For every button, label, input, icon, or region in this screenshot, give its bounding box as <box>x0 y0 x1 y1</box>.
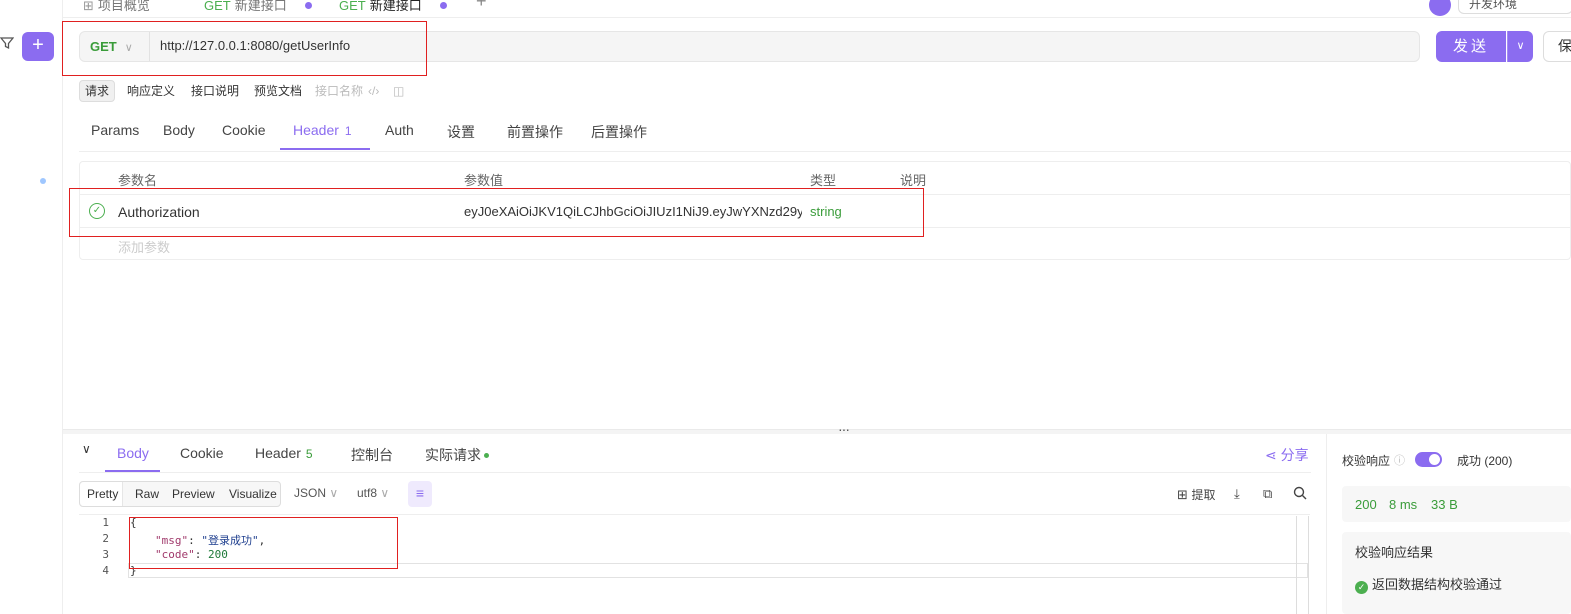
format-pretty[interactable]: Pretty <box>80 482 123 506</box>
resp-tab-actual-request[interactable]: 实际请求 <box>425 445 489 465</box>
copy-icon[interactable]: ⧉ <box>1263 486 1272 502</box>
tab-new-api-1[interactable]: GET 新建接口 <box>204 0 312 15</box>
chevron-down-icon: ∨ <box>329 486 339 500</box>
add-item-button[interactable]: + <box>22 32 54 61</box>
extract-label: 提取 <box>1191 488 1216 502</box>
subtab-preview-doc[interactable]: 预览文档 <box>249 80 307 102</box>
tab-new-api-2[interactable]: GET 新建接口 <box>339 0 447 15</box>
share-button[interactable]: ⋖ 分享 <box>1265 445 1309 465</box>
environment-select[interactable]: 开发环境 <box>1458 0 1571 14</box>
tab-label: 新建接口 <box>369 0 422 13</box>
request-tabs: Params Body Cookie Header 1 Auth 设置 前置操作 … <box>79 118 1571 152</box>
validate-response-label: 校验响应 <box>1342 454 1391 468</box>
header-count-badge: 1 <box>344 124 352 138</box>
resp-header-label: Header <box>255 445 301 461</box>
api-name-input[interactable]: 接口名称 <box>310 80 368 102</box>
wrap-lines-icon[interactable]: ≡ <box>408 481 432 507</box>
status-code: 200 <box>1355 497 1377 512</box>
tab-method: GET <box>339 0 366 13</box>
extract-button[interactable]: ⊞ 提取 <box>1177 486 1216 503</box>
tab-params[interactable]: Params <box>91 122 139 138</box>
tab-label: 新建接口 <box>234 0 287 13</box>
resp-tab-cookie[interactable]: Cookie <box>180 445 224 461</box>
tab-cookie[interactable]: Cookie <box>222 122 266 138</box>
sync-icon[interactable] <box>1429 0 1451 16</box>
format-visualize[interactable]: Visualize <box>229 487 277 501</box>
highlight-box-response <box>129 517 398 569</box>
resp-tab-body[interactable]: Body <box>117 445 149 461</box>
format-preview[interactable]: Preview <box>172 487 215 501</box>
encoding-select[interactable]: utf8 ∨ <box>357 486 389 500</box>
add-tab-button[interactable]: + <box>476 0 487 11</box>
tab-bar: ⊞项目概览 GET新建接口 GET新建接口 + ··· 开发环境 <box>63 0 1571 18</box>
vertical-scrollbar[interactable] <box>1296 516 1309 614</box>
col-param-name: 参数名 <box>118 173 158 188</box>
tab-auth[interactable]: Auth <box>385 122 414 138</box>
subtab-api-description[interactable]: 接口说明 <box>186 80 244 102</box>
response-time: 8 ms <box>1389 497 1418 512</box>
language-select[interactable]: JSON ∨ <box>294 486 338 500</box>
collapse-chevron-icon[interactable]: ∨ <box>82 442 91 456</box>
share-icon: ⋖ <box>1265 447 1277 463</box>
encoding-label: utf8 <box>357 486 378 500</box>
help-icon[interactable]: ⓘ <box>1394 452 1405 468</box>
unsaved-dot-icon <box>304 2 312 9</box>
line-number: 1 <box>102 516 109 529</box>
highlight-box-header-row <box>69 188 924 237</box>
unsaved-dot-icon <box>439 2 447 9</box>
resp-tab-header[interactable]: Header 5 <box>255 445 313 461</box>
validation-result-text: 返回数据结构校验通过 <box>1372 577 1503 592</box>
save-button[interactable]: 保 <box>1543 31 1571 62</box>
validation-result-title: 校验响应结果 <box>1355 545 1434 560</box>
tab-label: 项目概览 <box>97 0 150 13</box>
filter-icon[interactable] <box>0 36 15 54</box>
tab-body[interactable]: Body <box>163 122 195 138</box>
col-description: 说明 <box>900 173 927 188</box>
tab-settings[interactable]: 设置 <box>447 122 475 142</box>
status-dot-icon <box>484 453 489 458</box>
subtab-response-definition[interactable]: 响应定义 <box>122 80 180 102</box>
check-circle-icon: ✓ <box>1355 581 1368 594</box>
download-icon[interactable]: ⤓ <box>1234 486 1240 502</box>
panel-toggle-icon[interactable]: ◫ <box>388 80 409 102</box>
highlight-box-url <box>62 21 427 76</box>
code-icon[interactable]: ‹/› <box>363 80 384 102</box>
resp-header-count: 5 <box>305 447 313 461</box>
tab-project-overview[interactable]: ⊞ 项目概览 <box>83 0 150 15</box>
extract-icon: ⊞ <box>1177 487 1188 502</box>
tab-method: GET <box>204 0 231 13</box>
col-param-value: 参数值 <box>464 173 504 188</box>
search-icon[interactable] <box>1293 486 1307 503</box>
response-size: 33 B <box>1431 497 1458 512</box>
tab-pre-operations[interactable]: 前置操作 <box>507 122 563 142</box>
active-tab-indicator <box>280 148 370 150</box>
drag-handle-icon[interactable]: ··· <box>838 421 850 437</box>
left-sidebar <box>0 0 63 614</box>
subtab-request[interactable]: 请求 <box>79 80 116 102</box>
col-type: 类型 <box>810 173 837 188</box>
tab-header-label: Header <box>293 122 339 138</box>
line-number: 2 <box>102 532 109 545</box>
validation-status: 成功 (200) <box>1457 454 1513 468</box>
tab-post-operations[interactable]: 后置操作 <box>591 122 647 142</box>
chevron-down-icon: ∨ <box>380 486 390 500</box>
tree-indicator-dot <box>40 178 46 184</box>
line-number: 3 <box>102 548 109 561</box>
language-label: JSON <box>294 486 327 500</box>
grid-icon: ⊞ <box>83 0 94 13</box>
validation-result: ✓ 返回数据结构校验通过 <box>1355 574 1502 594</box>
send-button[interactable]: 发送 <box>1436 31 1506 62</box>
send-options-chevron-icon[interactable]: ∨ <box>1507 31 1533 62</box>
actual-request-label: 实际请求 <box>425 447 481 463</box>
share-label: 分享 <box>1280 447 1309 463</box>
divider <box>79 472 1311 473</box>
add-param-input[interactable]: 添加参数 <box>118 237 170 256</box>
validate-toggle[interactable] <box>1415 452 1442 467</box>
format-raw[interactable]: Raw <box>135 487 159 501</box>
line-number: 4 <box>102 564 109 577</box>
more-tabs-icon[interactable]: ··· <box>513 0 526 11</box>
tab-header[interactable]: Header 1 <box>293 122 352 138</box>
resp-tab-console[interactable]: 控制台 <box>351 445 393 465</box>
